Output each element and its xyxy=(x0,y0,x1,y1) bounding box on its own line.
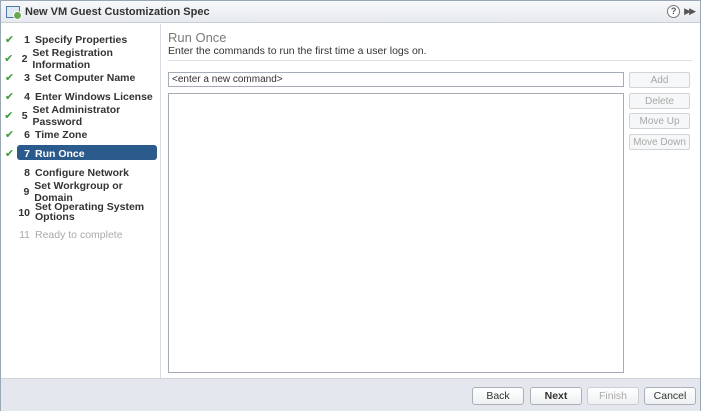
step-label: Time Zone xyxy=(35,128,88,141)
title-controls: ? ▶▶ xyxy=(667,5,696,18)
step-label: Configure Network xyxy=(35,166,129,179)
step-label: Ready to complete xyxy=(35,228,123,241)
add-button[interactable]: Add xyxy=(629,72,690,88)
page-description: Enter the commands to run the first time… xyxy=(168,45,427,57)
step-number: 11 xyxy=(19,228,30,241)
move-down-button[interactable]: Move Down xyxy=(629,134,690,150)
step-number: 8 xyxy=(24,166,30,179)
step-set-computer-name[interactable]: ✔ 3 Set Computer Name xyxy=(1,68,161,87)
step-number: 7 xyxy=(24,147,30,160)
customization-spec-icon xyxy=(6,5,22,20)
wizard-footer: Back Next Finish Cancel xyxy=(1,378,700,411)
checkmark-icon: ✔ xyxy=(4,148,15,160)
wizard-window: New VM Guest Customization Spec ? ▶▶ ✔ 1… xyxy=(0,0,701,411)
window-title: New VM Guest Customization Spec xyxy=(25,5,210,18)
step-number: 1 xyxy=(24,33,30,46)
step-label: Set Computer Name xyxy=(35,71,136,84)
step-label: Specify Properties xyxy=(35,33,128,46)
header-divider xyxy=(168,60,692,61)
title-bar: New VM Guest Customization Spec ? ▶▶ xyxy=(1,1,700,23)
step-label: Set Operating System Options xyxy=(35,201,145,223)
checkmark-icon: ✔ xyxy=(4,34,15,46)
new-command-input[interactable] xyxy=(168,72,624,87)
step-time-zone[interactable]: ✔ 6 Time Zone xyxy=(1,125,161,144)
next-button[interactable]: Next xyxy=(530,387,582,405)
step-label: Run Once xyxy=(35,147,85,160)
checkmark-icon: ✔ xyxy=(4,129,15,141)
step-number: 9 xyxy=(23,185,30,198)
command-list[interactable] xyxy=(168,93,624,373)
step-number: 4 xyxy=(24,90,30,103)
step-number: 6 xyxy=(24,128,30,141)
checkmark-icon: ✔ xyxy=(4,53,14,65)
back-button[interactable]: Back xyxy=(472,387,524,405)
delete-button[interactable]: Delete xyxy=(629,93,690,109)
step-set-administrator-password[interactable]: ✔ 5 Set Administrator Password xyxy=(1,103,161,128)
step-label: Set Registration Information xyxy=(32,46,113,71)
move-up-button[interactable]: Move Up xyxy=(629,113,690,129)
step-ready-to-complete: 11 Ready to complete xyxy=(1,225,161,244)
step-number: 10 xyxy=(18,207,30,219)
double-chevron-right-icon[interactable]: ▶▶ xyxy=(684,6,696,17)
step-number: 5 xyxy=(21,109,28,122)
step-set-operating-system-options[interactable]: 10 Set Operating System Options xyxy=(1,201,161,227)
checkmark-icon: ✔ xyxy=(4,110,14,122)
help-icon[interactable]: ? xyxy=(667,5,681,18)
finish-button[interactable]: Finish xyxy=(587,387,639,405)
run-once-panel: Run Once Enter the commands to run the f… xyxy=(168,24,695,378)
wizard-steps: ✔ 1 Specify Properties ✔ 2 Set Registrat… xyxy=(1,24,161,378)
cancel-button[interactable]: Cancel xyxy=(644,387,696,405)
step-number: 3 xyxy=(24,71,30,84)
checkmark-icon: ✔ xyxy=(4,72,15,84)
step-number: 2 xyxy=(21,52,28,65)
step-set-registration-information[interactable]: ✔ 2 Set Registration Information xyxy=(1,46,161,71)
step-label: Set Workgroup or Domain xyxy=(34,179,123,204)
checkmark-icon: ✔ xyxy=(4,91,15,103)
page-title: Run Once xyxy=(168,30,227,45)
step-label: Set Administrator Password xyxy=(32,103,121,128)
step-set-workgroup-or-domain[interactable]: 9 Set Workgroup or Domain xyxy=(1,179,161,204)
step-label: Enter Windows License xyxy=(35,90,153,103)
step-run-once[interactable]: ✔ 7 Run Once xyxy=(1,144,161,163)
